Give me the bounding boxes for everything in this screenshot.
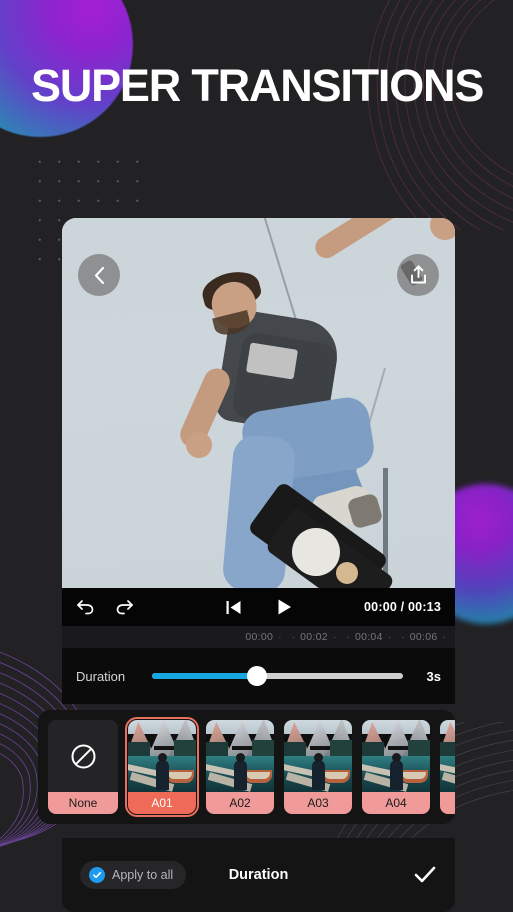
back-button[interactable] [78, 254, 120, 296]
transition-label: None [48, 792, 118, 814]
scene-railing [154, 746, 174, 750]
ruler-separator: · [332, 631, 337, 643]
transition-thumbnail [440, 720, 455, 792]
timeline-ruler[interactable]: 00:00 · · 00:02 · · 00:04 · · 00:06 · [62, 626, 455, 648]
scene-railing [388, 746, 408, 750]
ruler-tick: 00:00 [245, 631, 274, 643]
check-icon [414, 866, 436, 883]
chevron-left-icon [94, 266, 104, 284]
scene-person-head [158, 753, 167, 762]
scene-boat-interior [246, 772, 270, 779]
scene-boat-interior [168, 772, 192, 779]
transition-label: A01 [128, 792, 196, 814]
apply-to-all-toggle[interactable]: Apply to all [80, 861, 187, 889]
scene-person [234, 760, 247, 790]
redo-button[interactable] [115, 599, 134, 615]
transition-thumbnail [206, 720, 274, 792]
apply-to-all-label: Apply to all [112, 868, 174, 882]
transport-controls [225, 598, 292, 616]
transition-label: A02 [206, 792, 274, 814]
skip-to-start-icon [226, 600, 240, 614]
scene-person [312, 760, 325, 790]
ruler-separator: · [442, 631, 447, 643]
lake-scene [128, 720, 196, 792]
duration-value: 3s [426, 668, 441, 684]
ruler-separator: · [346, 631, 350, 643]
ruler-tick: 00:04 [354, 631, 383, 643]
video-editor-panel: 00:00 / 00:13 00:00 · · 00:02 · · 00:04 … [38, 218, 455, 912]
confirm-button[interactable] [413, 865, 437, 885]
transition-label: A04 [362, 792, 430, 814]
bottom-action-bar: Apply to all Duration [62, 838, 455, 912]
transition-thumbnail [362, 720, 430, 792]
lake-scene [284, 720, 352, 792]
share-button[interactable] [397, 254, 439, 296]
transition-list[interactable]: None A01 A02 A03 A04 [38, 710, 455, 824]
undo-icon [77, 600, 94, 615]
undo-button[interactable] [76, 599, 95, 615]
scene-boat-interior [324, 772, 348, 779]
play-button[interactable] [276, 598, 292, 616]
share-upload-icon [410, 265, 426, 284]
transition-thumbnail [128, 720, 196, 792]
lake-scene [206, 720, 274, 792]
play-icon [278, 599, 291, 615]
page-title: SUPER TRANSITIONS [31, 60, 484, 111]
duration-row: Duration 3s [62, 648, 455, 704]
scene-person-head [314, 753, 323, 762]
scene-railing [232, 746, 252, 750]
slider-thumb[interactable] [247, 666, 268, 686]
transition-thumbnail-none [48, 720, 118, 792]
slider-fill [152, 673, 258, 679]
checkmark-badge [89, 867, 105, 883]
scene-railing [310, 746, 330, 750]
transition-card-none[interactable]: None [48, 720, 118, 814]
duration-slider[interactable] [152, 665, 403, 687]
transition-card-a04[interactable]: A04 [362, 720, 430, 814]
playback-control-bar: 00:00 / 00:13 [62, 588, 455, 626]
redo-icon [116, 600, 133, 615]
ruler-tick: 00:06 [409, 631, 438, 643]
transition-card-a05[interactable]: A05 [440, 720, 455, 814]
scene-person-head [236, 753, 245, 762]
transition-card-a01[interactable]: A01 [125, 717, 199, 817]
scene-person-head [392, 753, 401, 762]
ruler-separator: · [401, 631, 405, 643]
ruler-separator: · [278, 631, 282, 643]
ruler-separator: · [387, 631, 392, 643]
scene-boat-interior [402, 772, 426, 779]
duration-label: Duration [76, 668, 126, 684]
video-preview[interactable] [62, 218, 455, 588]
no-transition-icon [71, 744, 95, 768]
lake-scene [362, 720, 430, 792]
wave-lines-top-right [367, 0, 513, 230]
transition-card-a02[interactable]: A02 [206, 720, 274, 814]
transition-label: A03 [284, 792, 352, 814]
ruler-separator: · [291, 631, 296, 643]
lake-scene [440, 720, 455, 792]
ruler-tick: 00:02 [300, 631, 328, 643]
transition-thumbnail [284, 720, 352, 792]
scene-person [390, 760, 403, 790]
skateboard-wheel-1 [336, 562, 358, 584]
skip-to-start-button[interactable] [225, 599, 242, 616]
check-icon [93, 872, 102, 879]
scene-person [156, 760, 169, 790]
panel-title: Duration [228, 867, 289, 883]
playback-time: 00:00 / 00:13 [364, 600, 441, 614]
left-hand [186, 432, 212, 458]
transition-label: A05 [440, 792, 455, 814]
transition-card-a03[interactable]: A03 [284, 720, 352, 814]
